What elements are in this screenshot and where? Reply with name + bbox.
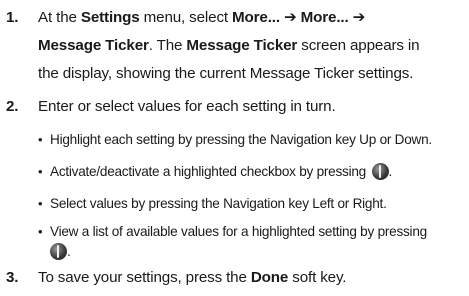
step-number: 2. [6, 98, 19, 115]
text-run: To save your settings, press the [38, 269, 251, 286]
step-line: To save your settings, press the Done so… [38, 264, 466, 292]
bold-text-run: More... ➔ More... ➔ [232, 9, 366, 26]
step-line: the display, showing the current Message… [38, 60, 466, 88]
bullet-dot: • [38, 132, 43, 147]
step-text: At the Settings menu, select More... ➔ M… [38, 4, 466, 88]
text-run: . The [148, 37, 187, 54]
text-run: the display, showing the current Message… [38, 65, 414, 82]
bold-text-run: Settings [80, 9, 140, 26]
step-number: 3. [6, 269, 19, 286]
bullet-text: Activate/deactivate a highlighted checkb… [50, 163, 393, 180]
bullet-text: View a list of available values for a hi… [50, 224, 427, 260]
text-run: menu, select [139, 9, 233, 26]
step-text: To save your settings, press the Done so… [38, 264, 466, 292]
manual-page: 1. At the Settings menu, select More... … [0, 0, 469, 296]
bullet-text-run: View a list of available values for a hi… [50, 224, 427, 239]
text-run: Enter or select values for each setting … [38, 98, 336, 115]
bullet-dot: • [38, 196, 43, 211]
bullet-dot: • [38, 224, 43, 239]
step-line: Message Ticker. The Message Ticker scree… [38, 32, 466, 60]
bold-text-run: Message Ticker [38, 37, 149, 54]
step-line: Enter or select values for each setting … [38, 93, 466, 121]
text-run: soft key. [288, 269, 347, 286]
select-key-icon [50, 243, 67, 260]
bullet-dot: • [38, 164, 43, 179]
bullet-text: Select values by pressing the Navigation… [50, 196, 387, 211]
step-text: Enter or select values for each setting … [38, 93, 466, 121]
bold-text-run: Done [250, 269, 289, 286]
bold-text-run: Message Ticker [186, 37, 298, 54]
bullet-text: Highlight each setting by pressing the N… [50, 132, 432, 147]
step-number: 1. [6, 9, 19, 26]
text-run: At the [38, 9, 81, 26]
step-line: At the Settings menu, select More... ➔ M… [38, 4, 466, 32]
text-run: screen appears in [297, 37, 420, 54]
select-key-icon [371, 163, 389, 180]
bullet-text-run: Activate/deactivate a highlighted checkb… [50, 164, 366, 179]
